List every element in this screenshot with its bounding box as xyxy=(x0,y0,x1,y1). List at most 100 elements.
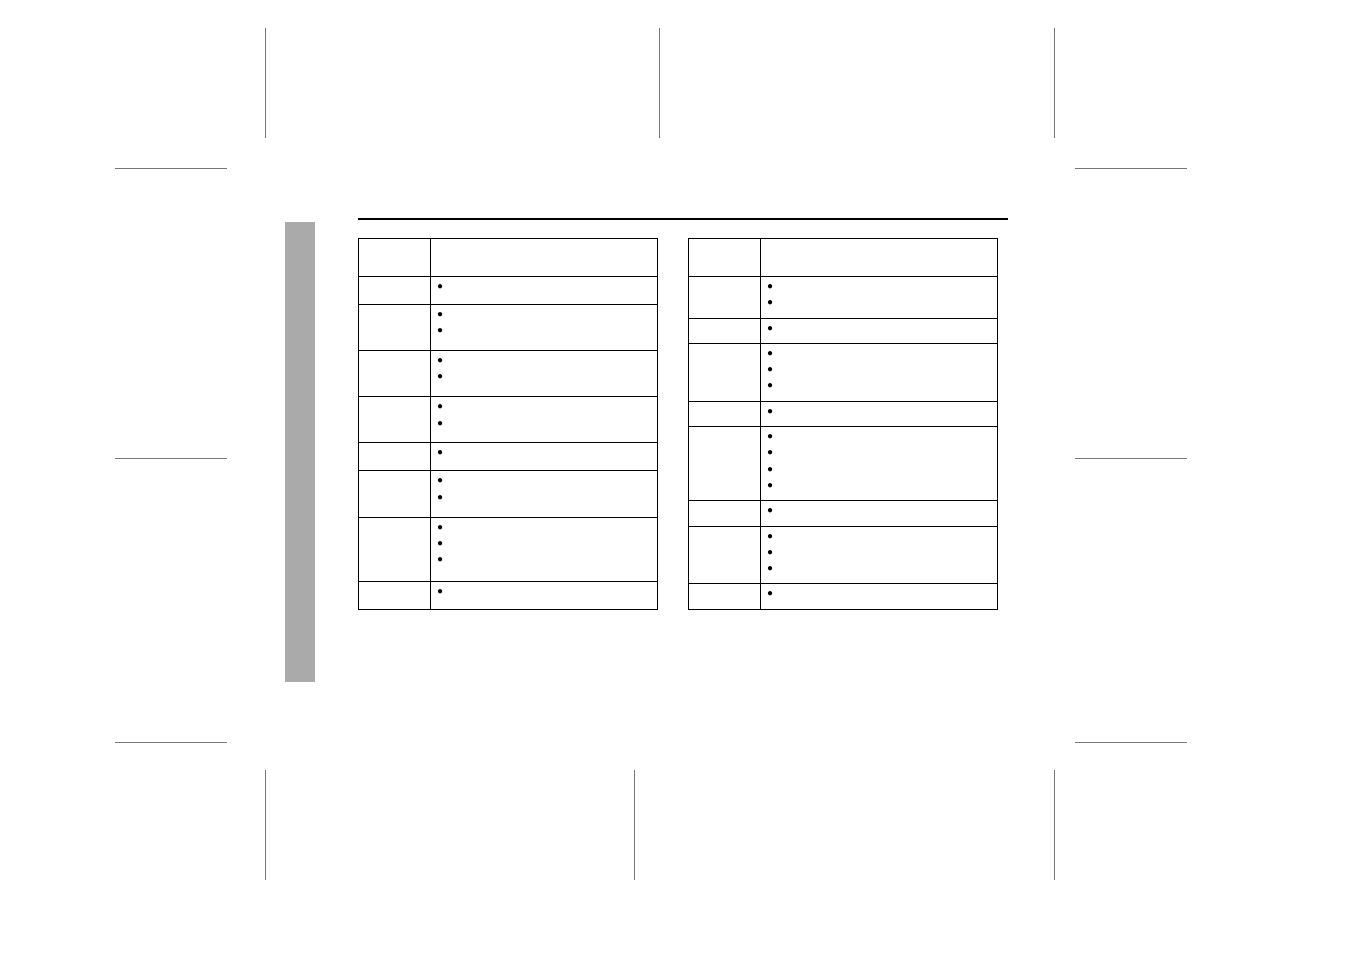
bullet-icon: ● xyxy=(437,538,443,550)
bullet-text xyxy=(449,554,452,568)
bullet-icon: ● xyxy=(767,364,773,376)
bullet-text xyxy=(779,464,782,478)
crop-mark xyxy=(634,770,635,880)
bullet-text xyxy=(779,297,782,311)
crop-mark xyxy=(1054,28,1055,138)
crop-mark xyxy=(1075,168,1187,169)
crop-mark xyxy=(265,28,266,138)
bullet-icon: ● xyxy=(767,505,773,517)
bullet-text xyxy=(449,538,452,552)
table-cell-content: ● xyxy=(761,318,998,343)
table-cell-content: ● xyxy=(761,584,998,609)
bullet-icon: ● xyxy=(437,492,443,504)
table-cell-content: ● ● ● xyxy=(761,343,998,401)
crop-mark xyxy=(659,28,660,138)
bullet-text xyxy=(449,447,452,461)
bullet-text xyxy=(779,364,782,378)
bullet-text xyxy=(779,547,782,561)
table-cell-content: ● ● xyxy=(761,277,998,319)
table-cell-content: ● ● xyxy=(431,351,658,397)
bullet-text xyxy=(449,309,452,323)
bullet-icon: ● xyxy=(767,380,773,392)
table-right: ● ● ● ● ● ● ● ● ● ● ● ● ● ● ● ● xyxy=(688,238,998,610)
bullet-icon: ● xyxy=(437,475,443,487)
crop-mark xyxy=(1075,458,1187,459)
bullet-icon: ● xyxy=(767,588,773,600)
bullet-icon: ● xyxy=(767,297,773,309)
bullet-text xyxy=(779,380,782,394)
bullet-icon: ● xyxy=(437,586,443,598)
table-cell-label xyxy=(689,277,761,319)
bullet-text xyxy=(779,563,782,577)
bullet-icon: ● xyxy=(437,355,443,367)
crop-mark xyxy=(115,168,227,169)
table-cell-label xyxy=(689,239,761,277)
bullet-text xyxy=(779,505,782,519)
bullet-icon: ● xyxy=(437,418,443,430)
bullet-text xyxy=(449,475,452,489)
table-cell-content: ● ● ● xyxy=(431,517,658,581)
table-cell-content: ● ● xyxy=(431,397,658,443)
table-cell-label xyxy=(689,343,761,401)
bullet-text xyxy=(449,586,452,600)
table-cell-label xyxy=(359,277,431,305)
bullet-icon: ● xyxy=(437,401,443,413)
bullet-text xyxy=(449,401,452,415)
bullet-icon: ● xyxy=(437,554,443,566)
bullet-icon: ● xyxy=(767,563,773,575)
bullet-text xyxy=(449,281,452,295)
table-cell-content: ● xyxy=(431,581,658,609)
bullet-text xyxy=(449,492,452,506)
table-cell-label xyxy=(359,443,431,471)
bullet-icon: ● xyxy=(767,447,773,459)
bullet-icon: ● xyxy=(437,309,443,321)
crop-mark xyxy=(1054,770,1055,880)
bullet-text xyxy=(779,531,782,545)
table-cell-label xyxy=(689,401,761,426)
bullet-icon: ● xyxy=(767,531,773,543)
bullet-text xyxy=(449,325,452,339)
table-left: ● ● ● ● ● ● ● ● ● ● ● ● ● ● xyxy=(358,238,658,610)
bullet-icon: ● xyxy=(767,480,773,492)
table-cell-label xyxy=(359,239,431,277)
table-cell-label xyxy=(689,427,761,501)
section-rule xyxy=(358,218,1008,220)
bullet-icon: ● xyxy=(767,547,773,559)
bullet-icon: ● xyxy=(437,281,443,293)
bullet-text xyxy=(449,418,452,432)
bullet-text xyxy=(779,447,782,461)
bullet-icon: ● xyxy=(437,447,443,459)
table-cell-label xyxy=(689,526,761,584)
crop-mark xyxy=(115,458,227,459)
bullet-text xyxy=(449,522,452,536)
bullet-text xyxy=(449,355,452,369)
bullet-text xyxy=(779,281,782,295)
table-cell-label xyxy=(359,397,431,443)
table-cell-label xyxy=(359,351,431,397)
bullet-text xyxy=(779,406,782,420)
table-cell-label xyxy=(689,584,761,609)
table-cell-content: ● ● xyxy=(431,305,658,351)
table-cell-content: ● ● ● ● xyxy=(761,427,998,501)
bullet-text xyxy=(779,480,782,494)
crop-mark xyxy=(1075,742,1187,743)
table-cell-content: ● xyxy=(431,443,658,471)
bullet-text xyxy=(449,371,452,385)
bullet-icon: ● xyxy=(767,406,773,418)
table-cell-content: ● xyxy=(431,277,658,305)
table-cell-label xyxy=(359,517,431,581)
table-cell-content: ● ● xyxy=(431,471,658,517)
bullet-text xyxy=(779,588,782,602)
table-cell-label xyxy=(359,305,431,351)
bullet-icon: ● xyxy=(437,371,443,383)
bullet-icon: ● xyxy=(767,323,773,335)
tables-container: ● ● ● ● ● ● ● ● ● ● ● ● ● ● ● ● ● ● ● ● … xyxy=(358,238,998,610)
crop-mark xyxy=(115,742,227,743)
table-cell-content: ● ● ● xyxy=(761,526,998,584)
bullet-icon: ● xyxy=(437,522,443,534)
bullet-icon: ● xyxy=(437,325,443,337)
bullet-icon: ● xyxy=(767,348,773,360)
sidebar-tab xyxy=(285,222,315,682)
bullet-icon: ● xyxy=(767,431,773,443)
bullet-icon: ● xyxy=(767,281,773,293)
